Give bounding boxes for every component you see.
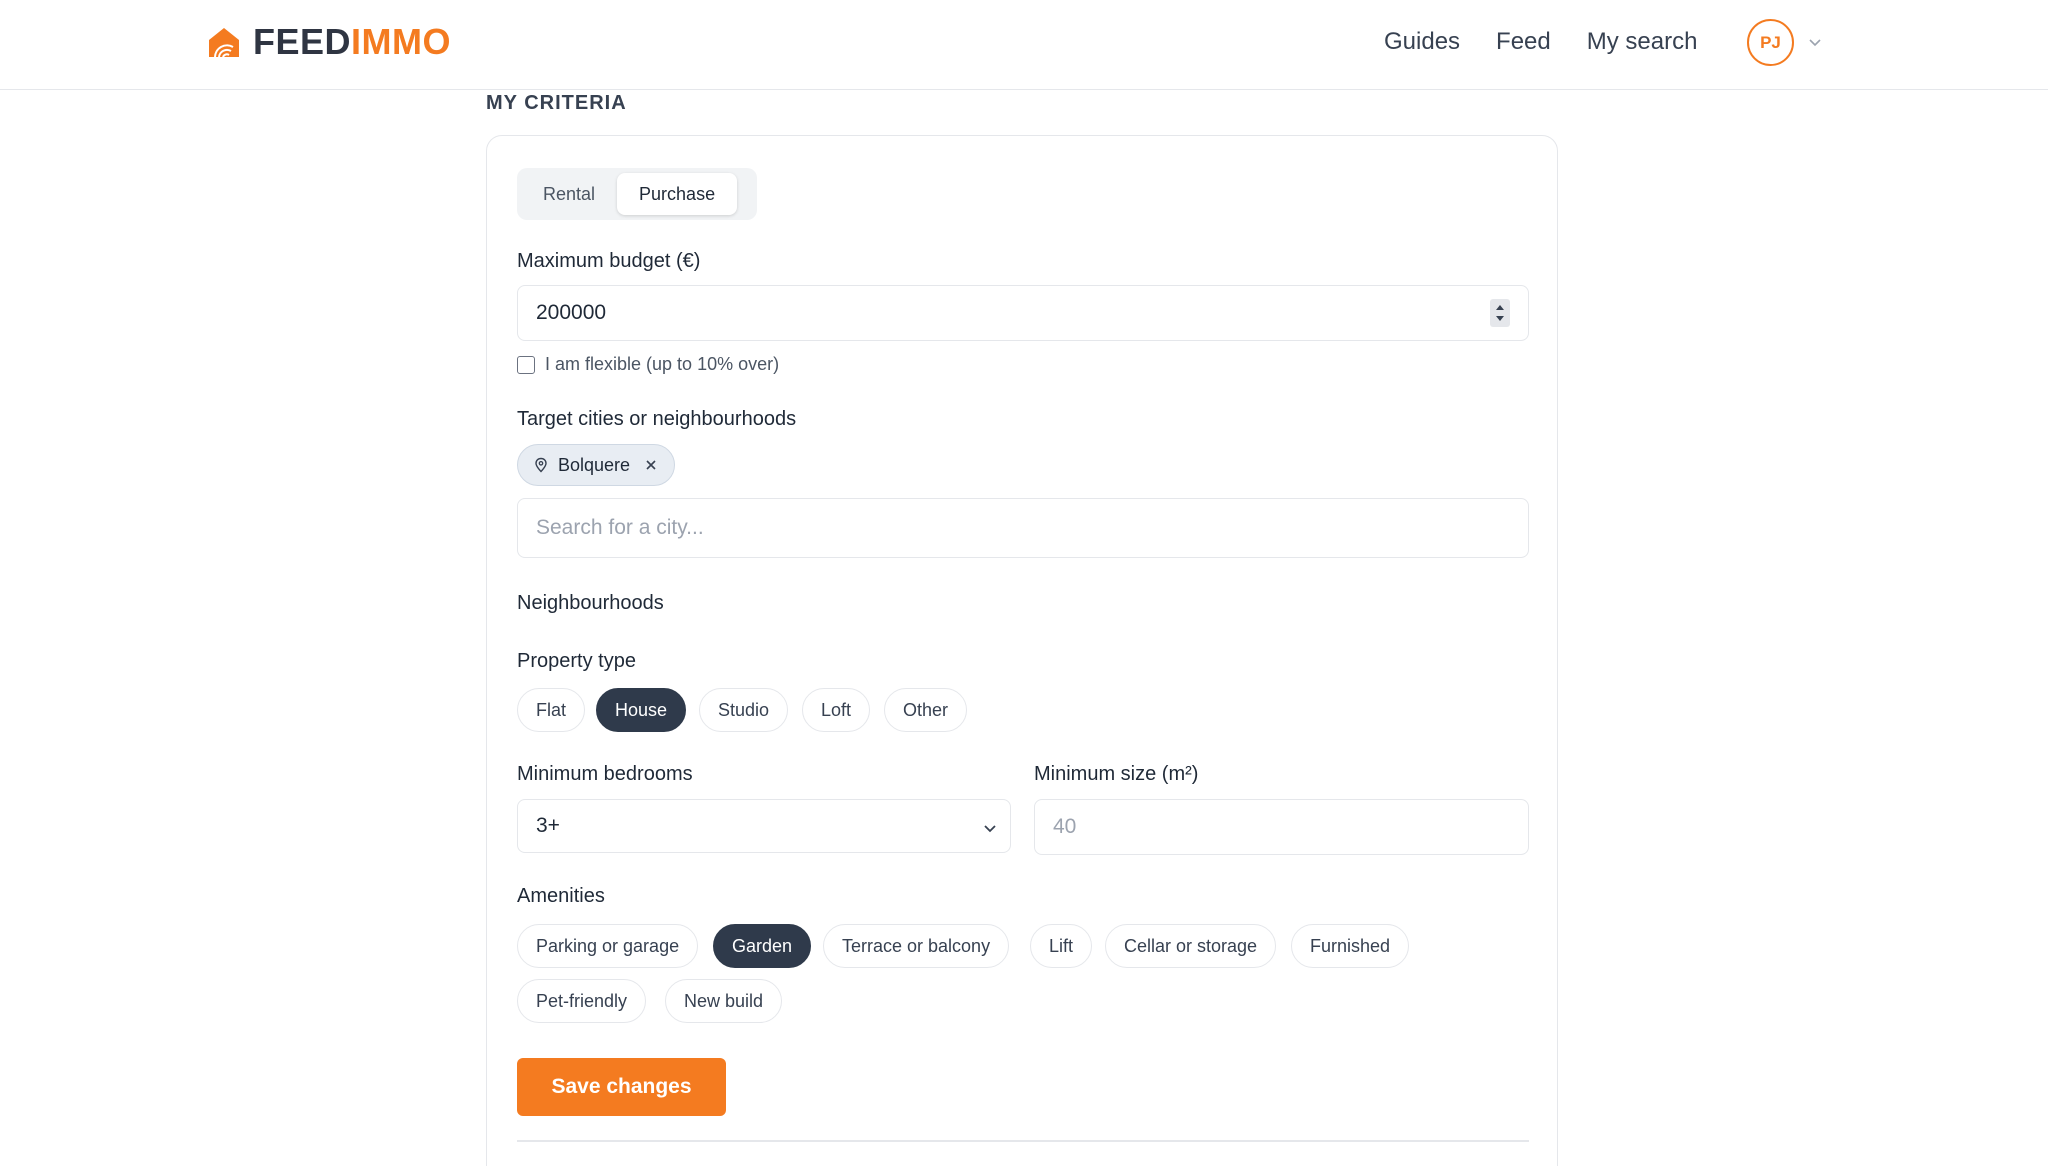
flexible-label: I am flexible (up to 10% over) bbox=[545, 354, 780, 374]
amenity-furnished[interactable]: Furnished bbox=[1291, 924, 1410, 968]
brand-logo[interactable]: FEEDIMMO bbox=[207, 24, 451, 60]
amenities-label: Amenities bbox=[517, 885, 605, 907]
min-bedrooms-value: 3+ bbox=[536, 814, 560, 837]
amenity-pet-friendly[interactable]: Pet-friendly bbox=[517, 979, 647, 1023]
criteria-card: Rental Purchase Maximum budget (€) 20000… bbox=[486, 135, 1558, 1166]
flexible-budget-row[interactable]: I am flexible (up to 10% over) bbox=[517, 354, 779, 375]
property-type-loft[interactable]: Loft bbox=[802, 688, 871, 732]
min-size-label: Minimum size (m²) bbox=[1034, 763, 1199, 785]
property-type-other[interactable]: Other bbox=[884, 688, 968, 732]
location-pin-icon bbox=[535, 457, 547, 473]
flexible-checkbox[interactable] bbox=[517, 355, 535, 374]
min-bedrooms-label: Minimum bedrooms bbox=[517, 763, 693, 785]
transaction-type-toggle: Rental Purchase bbox=[517, 168, 757, 220]
stepper-arrows-icon[interactable] bbox=[1490, 299, 1510, 327]
city-tag-label: Bolquere bbox=[558, 454, 631, 475]
nav-guides[interactable]: Guides bbox=[1384, 26, 1460, 58]
property-type-flat[interactable]: Flat bbox=[517, 688, 586, 732]
amenity-garden[interactable]: Garden bbox=[713, 924, 812, 968]
amenity-parking[interactable]: Parking or garage bbox=[517, 924, 699, 968]
section-title: MY CRITERIA bbox=[486, 92, 627, 114]
brand-name: FEEDIMMO bbox=[253, 24, 451, 60]
amenity-cellar[interactable]: Cellar or storage bbox=[1105, 924, 1277, 968]
budget-input[interactable]: 200000 bbox=[517, 285, 1529, 341]
save-button[interactable]: Save changes bbox=[517, 1058, 726, 1116]
divider bbox=[517, 1140, 1529, 1142]
chevron-down-icon[interactable] bbox=[1806, 33, 1824, 51]
property-type-house[interactable]: House bbox=[596, 688, 687, 732]
chevron-down-icon bbox=[984, 825, 996, 833]
nav-my-search[interactable]: My search bbox=[1587, 26, 1698, 58]
city-tag: Bolquere bbox=[517, 444, 676, 486]
neighbourhoods-label: Neighbourhoods bbox=[517, 592, 664, 614]
tab-rental[interactable]: Rental bbox=[521, 173, 617, 215]
amenity-terrace[interactable]: Terrace or balcony bbox=[823, 924, 1010, 968]
avatar[interactable]: PJ bbox=[1747, 19, 1794, 66]
budget-value: 200000 bbox=[536, 301, 607, 324]
cities-label: Target cities or neighbourhoods bbox=[517, 408, 797, 430]
budget-label: Maximum budget (€) bbox=[517, 250, 701, 272]
brand-name-part1: FEED bbox=[253, 21, 352, 62]
min-size-placeholder: 40 bbox=[1053, 815, 1077, 838]
city-search-input[interactable]: Search for a city... bbox=[517, 498, 1529, 558]
house-logo-icon bbox=[209, 28, 239, 58]
main-nav: Guides Feed My search bbox=[1384, 26, 1733, 58]
min-size-input[interactable]: 40 bbox=[1034, 799, 1529, 855]
property-type-label: Property type bbox=[517, 650, 636, 672]
min-bedrooms-select[interactable]: 3+ bbox=[517, 799, 1011, 853]
close-icon[interactable] bbox=[644, 458, 658, 472]
tab-purchase[interactable]: Purchase bbox=[617, 173, 738, 215]
property-type-studio[interactable]: Studio bbox=[699, 688, 789, 732]
amenity-new-build[interactable]: New build bbox=[665, 979, 783, 1023]
city-search-placeholder: Search for a city... bbox=[536, 516, 704, 539]
brand-name-part2: IMMO bbox=[351, 21, 451, 62]
amenity-lift[interactable]: Lift bbox=[1030, 924, 1093, 968]
top-nav-bar: FEEDIMMO Guides Feed My search PJ bbox=[0, 0, 2048, 90]
nav-feed[interactable]: Feed bbox=[1496, 26, 1551, 58]
